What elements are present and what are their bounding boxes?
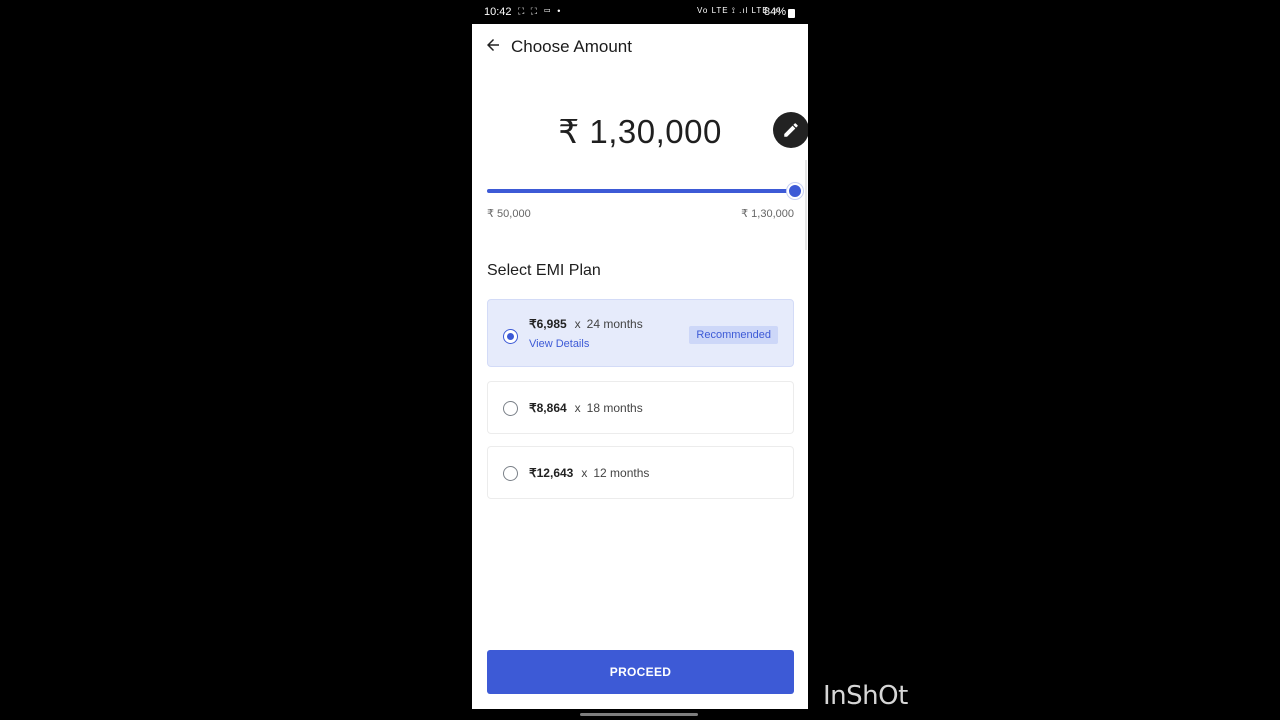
plan-months: 18 months (586, 401, 643, 415)
edit-amount-button[interactable] (773, 112, 808, 148)
amount-slider-fill (487, 189, 795, 193)
plan-multiplier: x (574, 401, 581, 415)
battery-icon (788, 9, 795, 18)
plan-emi-amount: ₹12,643 (529, 466, 574, 480)
back-arrow-icon[interactable] (484, 36, 502, 54)
plan-multiplier: x (574, 317, 581, 331)
plan-radio[interactable] (503, 466, 518, 481)
status-time: 10:42 (484, 6, 512, 18)
plan-radio[interactable] (503, 401, 518, 416)
plan-amount-row: ₹8,864 x 18 months (529, 401, 643, 415)
inshot-watermark: InShOt (823, 681, 908, 711)
emi-plan-18-months[interactable]: ₹8,864 x 18 months (487, 381, 794, 434)
proceed-button[interactable]: PROCEED (487, 650, 794, 694)
plan-radio-selected[interactable] (503, 329, 518, 344)
amount-slider-track[interactable] (487, 189, 795, 193)
status-bar: 10:42 ⛶ ⛶ ▭ • Vo LTE ⟟ .ıl LTE .ıl 84% (472, 0, 808, 24)
battery-level: 84% (764, 6, 787, 18)
page-title: Choose Amount (511, 37, 632, 56)
phone-screen: 10:42 ⛶ ⛶ ▭ • Vo LTE ⟟ .ıl LTE .ıl 84% C… (472, 0, 808, 709)
recommended-badge: Recommended (689, 326, 778, 344)
amount-slider-thumb[interactable] (787, 183, 803, 199)
scroll-indicator (805, 160, 807, 250)
app-header: Choose Amount (472, 24, 808, 70)
plan-multiplier: x (581, 466, 588, 480)
slider-min-label: ₹ 50,000 (487, 208, 531, 220)
emi-plan-24-months[interactable]: ₹6,985 x 24 months View Details Recommende… (487, 299, 794, 367)
plan-amount-row: ₹12,643 x 12 months (529, 466, 649, 480)
slider-max-label: ₹ 1,30,000 (741, 208, 794, 220)
plan-amount-row: ₹6,985 x 24 months (529, 317, 643, 331)
plan-emi-amount: ₹6,985 (529, 317, 567, 331)
emi-plan-12-months[interactable]: ₹12,643 x 12 months (487, 446, 794, 499)
emi-section-title: Select EMI Plan (487, 262, 601, 279)
plan-emi-amount: ₹8,864 (529, 401, 567, 415)
plan-months: 24 months (586, 317, 643, 331)
gesture-nav-handle[interactable] (580, 713, 698, 716)
view-details-link[interactable]: View Details (529, 338, 589, 350)
notification-icons: ⛶ ⛶ ▭ • (518, 6, 563, 16)
pencil-icon (784, 123, 798, 137)
plan-months: 12 months (593, 466, 650, 480)
loan-amount: ₹ 1,30,000 (558, 113, 722, 150)
